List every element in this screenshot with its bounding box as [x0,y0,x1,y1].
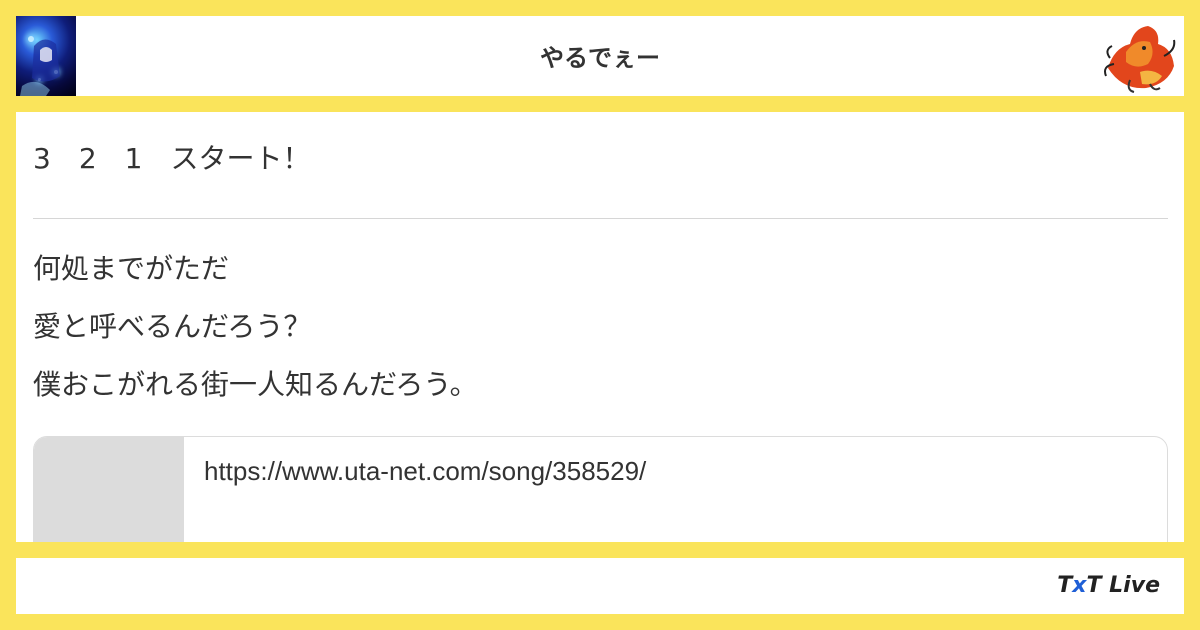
lyric-line: 愛と呼べるんだろう？ [33,310,312,343]
page-title: やるでぇー [540,44,660,72]
lyrics-block: 何処までがただ 愛と呼べるんだろう？ 僕おこがれる街一人知るんだろう。 [33,252,478,426]
author-avatar-icon[interactable] [1100,18,1180,94]
link-url[interactable]: https://www.uta-net.com/song/358529/ [204,455,646,487]
link-thumbnail [34,437,184,542]
footer-bar: TxT Live [16,558,1184,614]
post-headline: 3 2 1 スタート！ [33,142,311,175]
brand-suffix: T Live [1086,573,1161,598]
brand-logo[interactable]: TxT Live [1057,572,1160,600]
link-preview-card[interactable]: https://www.uta-net.com/song/358529/ [33,436,1168,542]
lyric-line: 何処までがただ [33,252,230,285]
header-bar: やるでぇー [16,16,1184,96]
brand-x: x [1072,573,1087,598]
lyric-line: 僕おこがれる街一人知るんだろう。 [33,368,478,401]
brand-prefix: T [1057,573,1073,598]
post-card: 3 2 1 スタート！ 何処までがただ 愛と呼べるんだろう？ 僕おこがれる街一人… [16,112,1184,542]
divider [33,218,1168,219]
